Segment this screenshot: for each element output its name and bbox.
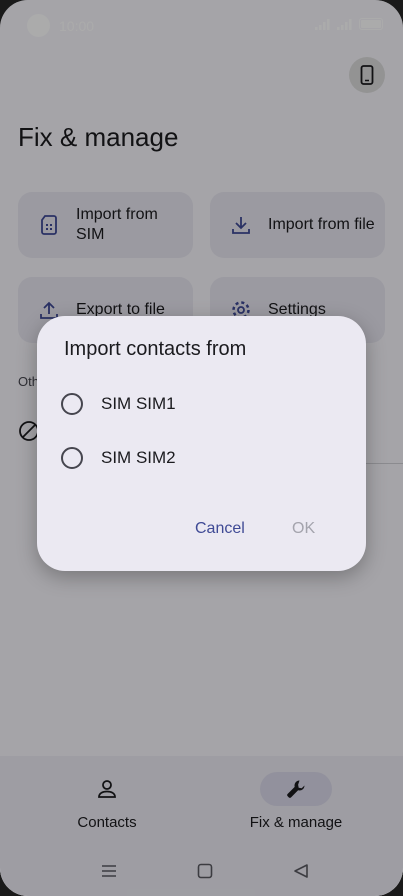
ok-button[interactable]: OK	[292, 520, 315, 538]
radio-button[interactable]	[61, 447, 83, 469]
option-sim1[interactable]: SIM SIM1	[61, 387, 341, 421]
option-label: SIM SIM2	[101, 448, 176, 467]
option-sim2[interactable]: SIM SIM2	[61, 441, 341, 475]
cancel-button[interactable]: Cancel	[195, 520, 245, 538]
radio-button[interactable]	[61, 393, 83, 415]
import-contacts-dialog: Import contacts from SIM SIM1 SIM SIM2 C…	[37, 316, 366, 571]
dialog-title: Import contacts from	[64, 338, 247, 360]
option-label: SIM SIM1	[101, 394, 176, 413]
phone-screen: 10:00 Fix & manage Import from SIM Impor…	[0, 0, 403, 896]
